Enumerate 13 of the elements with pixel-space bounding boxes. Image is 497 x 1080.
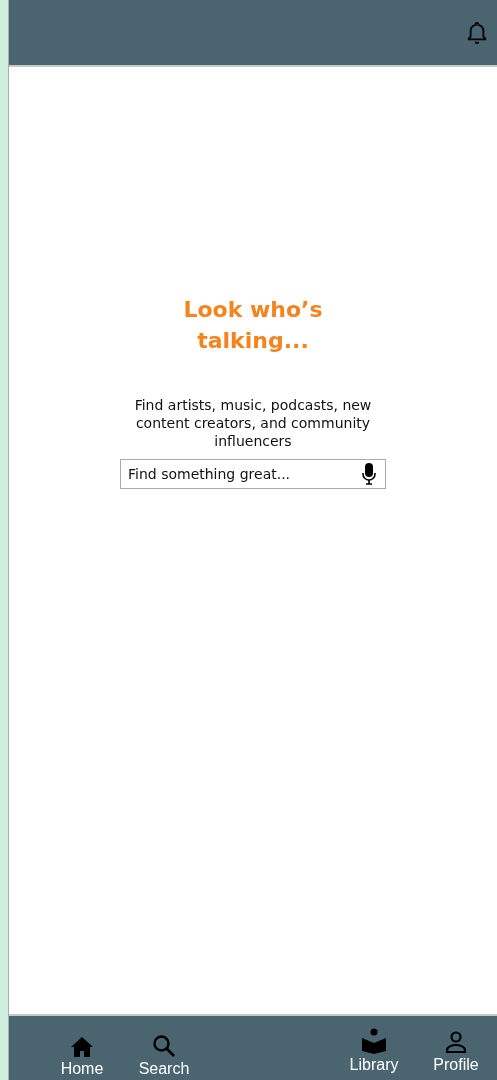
notification-bell-icon[interactable]	[467, 20, 487, 45]
nav-tab[interactable]: Search	[130, 1034, 198, 1080]
person-icon	[444, 1030, 468, 1054]
description-text: Find artists, music, podcasts, new content creators, and community influencers	[133, 396, 373, 450]
nav-tab[interactable]: Profile	[422, 1030, 490, 1080]
nav-tab[interactable]: Home	[48, 1036, 116, 1080]
search-icon	[152, 1034, 176, 1058]
microphone-icon[interactable]	[362, 463, 376, 485]
home-icon	[70, 1036, 94, 1058]
search-field[interactable]: Find something great...	[120, 459, 386, 489]
reading-person-icon	[361, 1028, 387, 1054]
nav-tab[interactable]: Library	[340, 1028, 408, 1080]
headline: Look who’s talking...	[182, 296, 324, 355]
